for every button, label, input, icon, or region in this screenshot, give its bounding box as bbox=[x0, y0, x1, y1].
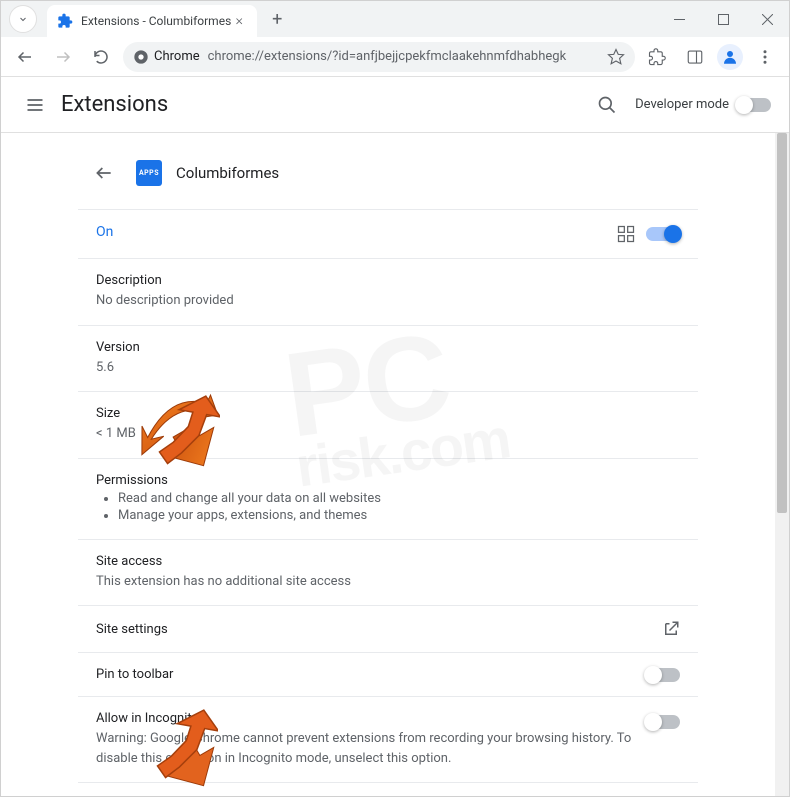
forward-button[interactable] bbox=[47, 41, 79, 73]
permissions-label: Permissions bbox=[96, 473, 680, 488]
permissions-row: Permissions Read and change all your dat… bbox=[78, 458, 698, 539]
minimize-button[interactable] bbox=[657, 1, 701, 37]
tab-title: Extensions - Columbiformes bbox=[81, 14, 231, 28]
puzzle-icon bbox=[57, 13, 73, 29]
description-row: Description No description provided bbox=[78, 258, 698, 325]
open-in-new-icon bbox=[662, 620, 680, 638]
url-text: chrome://extensions/?id=anfjbejjcpekfmcl… bbox=[208, 49, 599, 64]
profile-button[interactable] bbox=[717, 44, 743, 70]
back-to-list-button[interactable] bbox=[86, 155, 122, 191]
pin-row: Pin to toolbar bbox=[78, 652, 698, 696]
site-access-value: This extension has no additional site ac… bbox=[96, 572, 680, 592]
arrow-left-icon bbox=[16, 48, 34, 66]
extension-name: Columbiformes bbox=[176, 164, 279, 182]
pin-toggle[interactable] bbox=[646, 668, 680, 682]
minimize-icon bbox=[674, 14, 685, 25]
site-settings-label: Site settings bbox=[96, 622, 662, 637]
address-bar[interactable]: Chrome chrome://extensions/?id=anfjbejjc… bbox=[123, 42, 635, 72]
tab-close-button[interactable] bbox=[231, 13, 247, 29]
bookmark-button[interactable] bbox=[607, 48, 625, 66]
size-row: Size < 1 MB bbox=[78, 391, 698, 458]
extensions-header: Extensions Developer mode bbox=[1, 77, 789, 133]
source-row: Source Not from Chrome Web Store. bbox=[78, 782, 698, 796]
developer-mode-row: Developer mode bbox=[635, 97, 771, 112]
version-label: Version bbox=[96, 340, 680, 355]
more-vert-icon bbox=[756, 48, 774, 66]
side-panel-icon bbox=[686, 48, 704, 66]
search-icon bbox=[597, 95, 617, 115]
incognito-toggle[interactable] bbox=[646, 715, 680, 729]
incognito-warning: Warning: Google Chrome cannot prevent ex… bbox=[96, 729, 646, 768]
extensions-button[interactable] bbox=[641, 41, 673, 73]
developer-mode-label: Developer mode bbox=[635, 97, 729, 112]
person-icon bbox=[721, 48, 739, 66]
search-button[interactable] bbox=[587, 85, 627, 125]
arrow-right-icon bbox=[54, 48, 72, 66]
puzzle-icon bbox=[648, 48, 666, 66]
arrow-left-icon bbox=[94, 163, 114, 183]
close-icon bbox=[762, 14, 773, 25]
site-settings-row[interactable]: Site settings bbox=[78, 605, 698, 652]
view-options-button[interactable] bbox=[616, 224, 636, 244]
size-value: < 1 MB bbox=[96, 424, 680, 444]
star-icon bbox=[607, 48, 625, 66]
extension-icon: APPS bbox=[136, 160, 162, 186]
site-access-row: Site access This extension has no additi… bbox=[78, 539, 698, 606]
menu-drawer-button[interactable] bbox=[15, 85, 55, 125]
back-button[interactable] bbox=[9, 41, 41, 73]
grid-icon bbox=[616, 224, 636, 244]
open-site-settings-button[interactable] bbox=[662, 620, 680, 638]
window-controls bbox=[657, 1, 789, 37]
developer-mode-toggle[interactable] bbox=[737, 98, 771, 112]
browser-tab[interactable]: Extensions - Columbiformes bbox=[47, 5, 257, 37]
extension-enabled-toggle[interactable] bbox=[646, 227, 680, 241]
browser-toolbar: Chrome chrome://extensions/?id=anfjbejjc… bbox=[1, 37, 789, 77]
page-title: Extensions bbox=[61, 92, 168, 117]
enabled-row: On bbox=[78, 209, 698, 258]
maximize-icon bbox=[718, 14, 729, 25]
description-value: No description provided bbox=[96, 291, 680, 311]
version-row: Version 5.6 bbox=[78, 325, 698, 392]
menu-button[interactable] bbox=[749, 41, 781, 73]
site-chip-label: Chrome bbox=[154, 49, 200, 64]
tab-search-button[interactable] bbox=[9, 5, 37, 33]
enabled-label: On bbox=[96, 224, 616, 240]
browser-tab-bar: Extensions - Columbiformes + bbox=[1, 1, 789, 37]
pin-label: Pin to toolbar bbox=[96, 667, 646, 682]
reload-button[interactable] bbox=[85, 41, 117, 73]
reload-icon bbox=[92, 48, 110, 66]
close-window-button[interactable] bbox=[745, 1, 789, 37]
incognito-row: Allow in Incognito Warning: Google Chrom… bbox=[78, 696, 698, 782]
size-label: Size bbox=[96, 406, 680, 421]
description-label: Description bbox=[96, 273, 680, 288]
extension-detail-header: APPS Columbiformes bbox=[78, 143, 698, 209]
site-access-label: Site access bbox=[96, 554, 680, 569]
site-info-chip[interactable]: Chrome bbox=[133, 49, 200, 65]
scrollbar-thumb[interactable] bbox=[777, 133, 787, 513]
permissions-list: Read and change all your data on all web… bbox=[96, 491, 680, 523]
chevron-down-icon bbox=[17, 13, 29, 25]
content-area: APPS Columbiformes On Description No des… bbox=[1, 133, 775, 796]
version-value: 5.6 bbox=[96, 358, 680, 378]
maximize-button[interactable] bbox=[701, 1, 745, 37]
permission-item: Read and change all your data on all web… bbox=[118, 491, 680, 506]
permission-item: Manage your apps, extensions, and themes bbox=[118, 508, 680, 523]
incognito-label: Allow in Incognito bbox=[96, 711, 646, 726]
hamburger-icon bbox=[25, 95, 45, 115]
chrome-logo-icon bbox=[133, 49, 149, 65]
side-panel-button[interactable] bbox=[679, 41, 711, 73]
vertical-scrollbar[interactable] bbox=[775, 133, 789, 796]
new-tab-button[interactable]: + bbox=[263, 5, 291, 33]
close-icon bbox=[234, 16, 244, 26]
